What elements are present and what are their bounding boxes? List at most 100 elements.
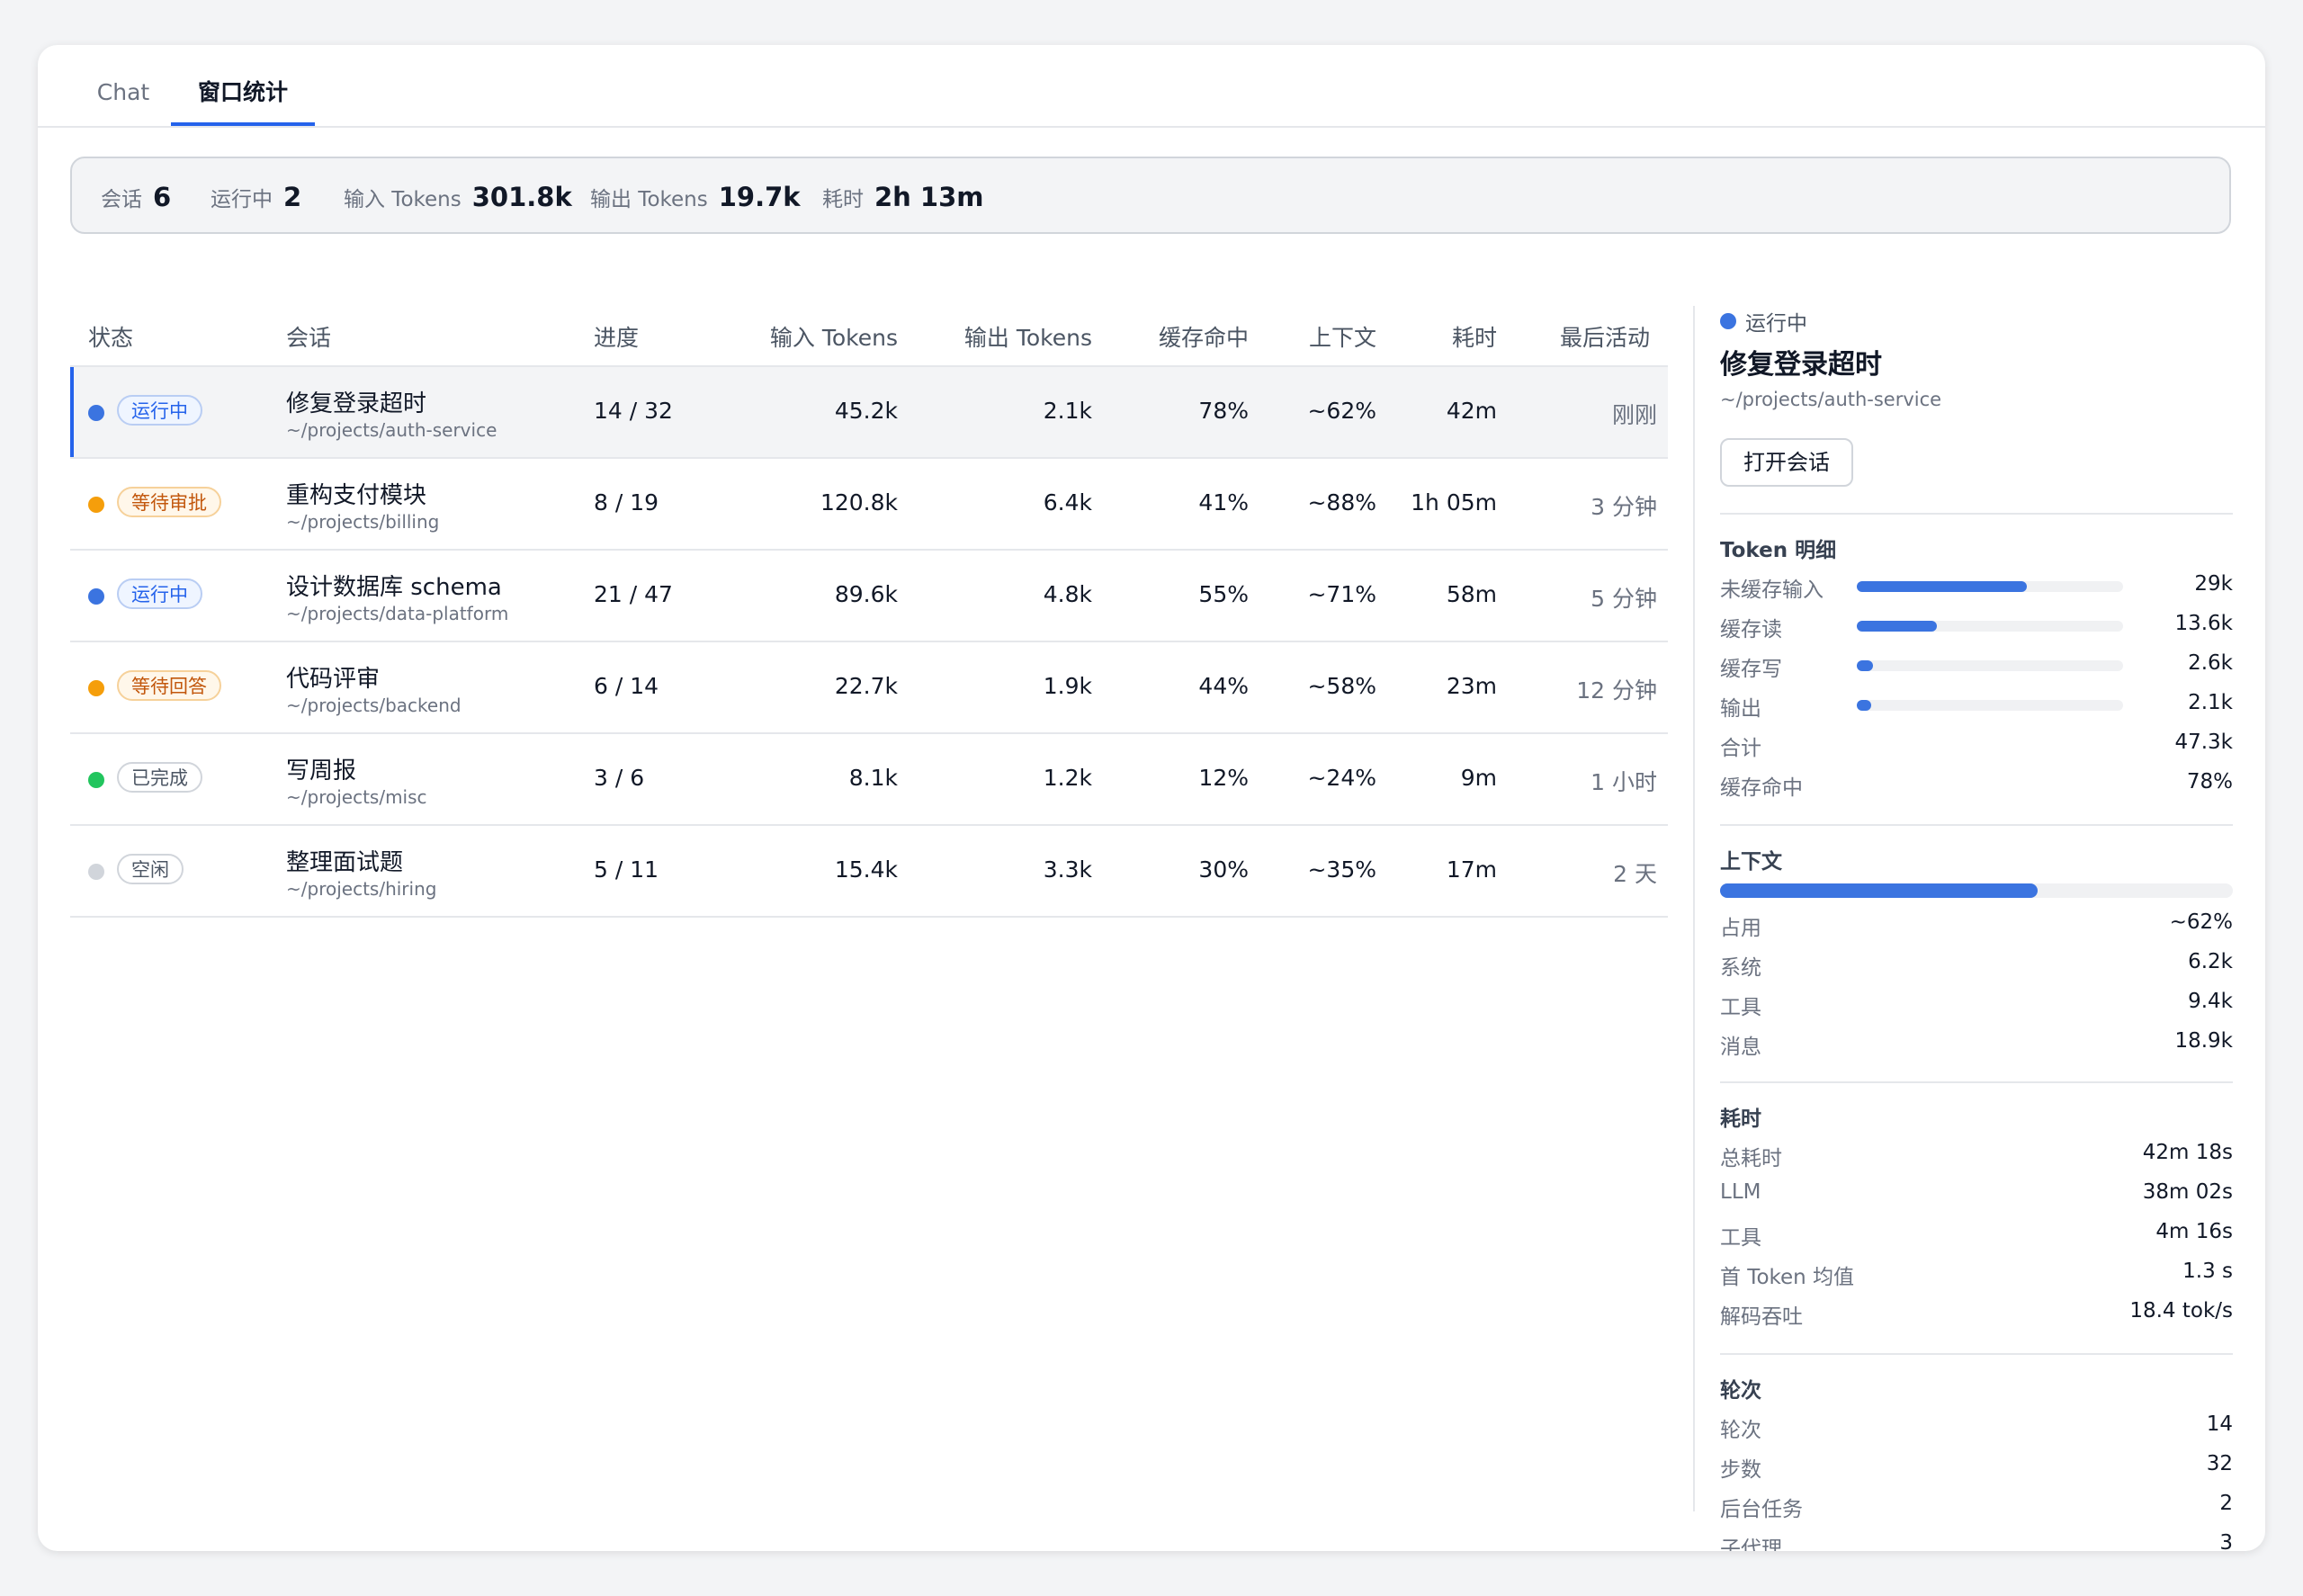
stat-value: 47.3k	[2174, 731, 2233, 754]
context-section-title: 上下文	[1720, 850, 1782, 874]
stat-label: 缓存写	[1720, 658, 1782, 681]
summary-value: 6	[153, 182, 172, 212]
last-activity-cell: 5 分钟	[1591, 586, 1657, 612]
tab-window-stats[interactable]: 窗口统计	[171, 79, 315, 126]
summary-value: 2h 13m	[874, 182, 984, 212]
status-badge: 已完成	[117, 762, 202, 793]
table-row[interactable]: 空闲 整理面试题 ~/projects/hiring 5 / 11 15.4k 3.3k 3…	[70, 826, 1668, 918]
stat-label: 子代理	[1720, 1538, 1782, 1551]
table-row[interactable]: 等待审批 重构支付模块 ~/projects/billing 8 / 19 120.8k…	[70, 459, 1668, 551]
duration-cell: 23m	[1446, 673, 1497, 699]
stat-value: 29k	[2194, 572, 2233, 596]
stat-value: ~62%	[2169, 910, 2233, 934]
cache-hit-cell: 78%	[1198, 398, 1249, 424]
status-dot-icon	[88, 772, 104, 788]
progress-cell: 6 / 14	[594, 673, 659, 699]
progress-cell: 14 / 32	[594, 398, 673, 424]
col-cache-hit[interactable]: 缓存命中	[1159, 320, 1249, 353]
session-name: 写周报	[286, 758, 357, 785]
time-section-title: 耗时	[1720, 1107, 1761, 1131]
stats-window: Chat 窗口统计 会话 6 运行中 2 输入 Tokens 301.8k 输出…	[38, 45, 2265, 1551]
col-duration[interactable]: 耗时	[1452, 320, 1497, 353]
summary-value: 19.7k	[718, 182, 801, 212]
stat-value: 18.4 tok/s	[2129, 1299, 2233, 1323]
stat-value: 2.1k	[2188, 691, 2233, 714]
stat-label: 消息	[1720, 1036, 1761, 1059]
token-bar-fill	[1857, 660, 1873, 671]
table-row[interactable]: 已完成 写周报 ~/projects/misc 3 / 6 8.1k 1.2k 12% ~24…	[70, 734, 1668, 826]
summary-label: 运行中	[211, 188, 273, 211]
table-row[interactable]: 运行中 修复登录超时 ~/projects/auth-service 14 / 32 4…	[70, 367, 1668, 459]
stat-row: 占用 ~62%	[1720, 910, 2233, 946]
token-bar-fill	[1857, 621, 1937, 632]
context-cell: ~24%	[1307, 765, 1376, 791]
token-bar-row: 输出 2.1k	[1720, 691, 2233, 727]
stat-label: 工具	[1720, 996, 1761, 1019]
stat-label: 后台任务	[1720, 1498, 1803, 1521]
sessions-table: 状态 会话 进度 输入 Tokens 输出 Tokens 缓存命中 上下文 耗时…	[70, 300, 1668, 918]
input-tokens-cell: 89.6k	[834, 581, 898, 607]
duration-cell: 58m	[1446, 581, 1497, 607]
duration-cell: 9m	[1460, 765, 1497, 791]
input-tokens-cell: 22.7k	[834, 673, 898, 699]
summary-input-tokens: 输入 Tokens 301.8k	[344, 158, 572, 236]
col-output-tokens[interactable]: 输出 Tokens	[964, 320, 1092, 353]
stat-label: 缓存读	[1720, 618, 1782, 641]
input-tokens-cell: 120.8k	[820, 489, 898, 516]
stat-label: 缓存命中	[1720, 776, 1803, 800]
stat-row: 首 Token 均值 1.3 s	[1720, 1260, 2233, 1296]
output-tokens-cell: 1.9k	[1043, 673, 1092, 699]
progress-cell: 5 / 11	[594, 856, 659, 883]
stat-value: 4m 16s	[2155, 1220, 2233, 1243]
stat-label: 轮次	[1720, 1419, 1761, 1442]
stat-value: 13.6k	[2174, 612, 2233, 635]
output-tokens-cell: 4.8k	[1043, 581, 1092, 607]
status-dot-icon	[88, 680, 104, 696]
summary-output-tokens: 输出 Tokens 19.7k	[590, 158, 801, 236]
summary-sessions: 会话 6	[101, 158, 171, 236]
stat-value: 6.2k	[2188, 950, 2233, 973]
divider	[1720, 1353, 2233, 1355]
context-usage-fill	[1720, 883, 2039, 898]
cache-hit-cell: 44%	[1198, 673, 1249, 699]
stat-row: 工具 4m 16s	[1720, 1220, 2233, 1256]
last-activity-cell: 1 小时	[1591, 769, 1657, 795]
stat-row: 合计 47.3k	[1720, 731, 2233, 767]
status-dot-icon	[88, 405, 104, 421]
table-row[interactable]: 等待回答 代码评审 ~/projects/backend 6 / 14 22.7k 1.9…	[70, 642, 1668, 734]
stat-row: 消息 18.9k	[1720, 1029, 2233, 1065]
col-status[interactable]: 状态	[88, 320, 133, 353]
token-bar	[1857, 700, 2123, 711]
tab-chat[interactable]: Chat	[90, 79, 157, 126]
table-row[interactable]: 运行中 设计数据库 schema ~/projects/data-platform 2…	[70, 551, 1668, 642]
session-name: 重构支付模块	[286, 482, 427, 509]
last-activity-cell: 2 天	[1613, 861, 1657, 887]
output-tokens-cell: 6.4k	[1043, 489, 1092, 516]
session-path: ~/projects/hiring	[286, 878, 437, 900]
token-bar	[1857, 660, 2123, 671]
stat-row: 解码吞吐 18.4 tok/s	[1720, 1299, 2233, 1335]
col-progress[interactable]: 进度	[594, 320, 639, 353]
col-input-tokens[interactable]: 输入 Tokens	[770, 320, 898, 353]
summary-label: 输入 Tokens	[344, 188, 461, 211]
stat-row: 轮次 14	[1720, 1412, 2233, 1448]
stat-value: 38m 02s	[2142, 1180, 2233, 1204]
col-context[interactable]: 上下文	[1309, 320, 1376, 353]
output-tokens-cell: 3.3k	[1043, 856, 1092, 883]
context-cell: ~88%	[1307, 489, 1376, 516]
stat-value: 1.3 s	[2182, 1260, 2233, 1283]
stat-value: 2.6k	[2188, 651, 2233, 675]
stat-value: 14	[2206, 1412, 2233, 1436]
col-last-activity[interactable]: 最后活动	[1560, 320, 1650, 353]
detail-status: 运行中	[1720, 306, 1807, 336]
progress-cell: 3 / 6	[594, 765, 645, 791]
col-session[interactable]: 会话	[286, 320, 331, 353]
stat-value: 9.4k	[2188, 990, 2233, 1013]
detail-title: 修复登录超时	[1720, 349, 1882, 381]
stat-row: 后台任务 2	[1720, 1492, 2233, 1528]
token-bar-row: 缓存写 2.6k	[1720, 651, 2233, 687]
session-name: 整理面试题	[286, 849, 404, 876]
open-session-button[interactable]: 打开会话	[1720, 438, 1853, 487]
stat-row: LLM 38m 02s	[1720, 1180, 2233, 1216]
stat-row: 总耗时 42m 18s	[1720, 1141, 2233, 1177]
